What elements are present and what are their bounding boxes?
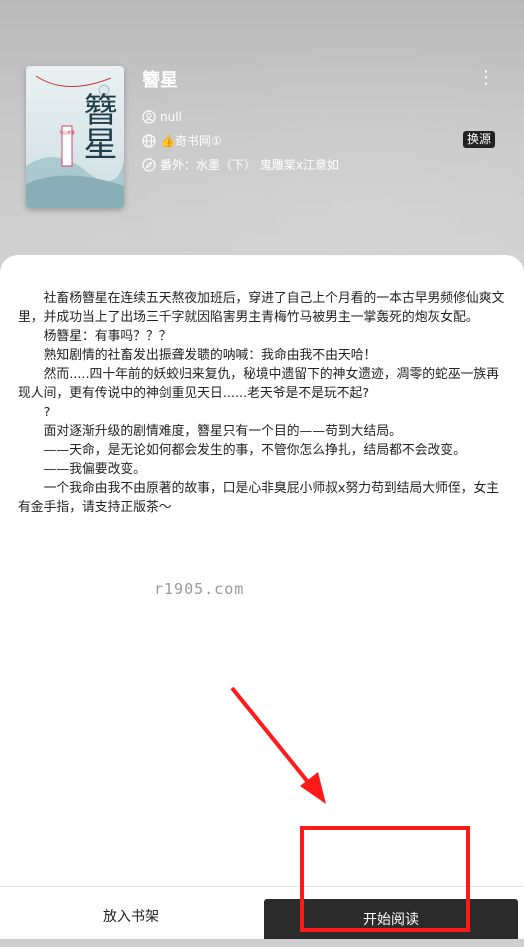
annotation-arrow-shaft — [230, 686, 318, 794]
annotation-arrow — [230, 686, 326, 804]
annotation-highlight-box — [300, 826, 470, 932]
